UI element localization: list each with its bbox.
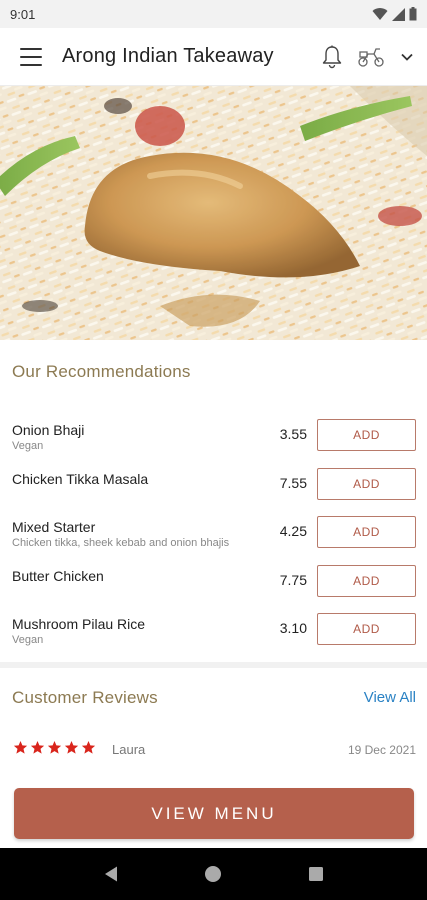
wifi-icon	[372, 8, 388, 20]
notifications-bell-icon[interactable]	[321, 45, 343, 69]
star-icon	[30, 740, 45, 754]
status-icons	[372, 7, 417, 21]
delivery-scooter-icon[interactable]	[357, 46, 385, 68]
status-time: 9:01	[10, 6, 36, 22]
recommendations-section: Our Recommendations Onion Bhaji Vegan 3.…	[0, 340, 427, 662]
item-description: Chicken tikka, sheek kebab and onion bha…	[12, 537, 230, 549]
review-date: 19 Dec 2021	[347, 743, 416, 757]
item-name: Butter Chicken	[12, 567, 104, 584]
reviews-title: Customer Reviews	[12, 688, 158, 707]
hamburger-menu-icon[interactable]	[20, 47, 42, 66]
item-name: Chicken Tikka Masala	[12, 470, 149, 487]
chevron-down-icon[interactable]	[399, 49, 415, 65]
battery-icon	[409, 7, 417, 21]
back-icon[interactable]	[91, 854, 131, 894]
reviewer-name: Laura	[112, 742, 146, 757]
hero-food-image	[0, 86, 427, 340]
recents-icon[interactable]	[296, 854, 336, 894]
item-name: Mixed Starter	[12, 519, 96, 535]
star-rating	[13, 740, 96, 755]
item-name: Onion Bhaji	[12, 422, 85, 438]
customer-reviews-section: Customer Reviews View All Laura 19 Dec 2…	[0, 668, 427, 780]
menu-item-mushroom-pilau-rice: Mushroom Pilau Rice Vegan 3.10 ADD	[0, 610, 427, 659]
item-name: Mushroom Pilau Rice	[12, 616, 146, 632]
add-button[interactable]: ADD	[317, 613, 416, 645]
item-price: 3.55	[279, 426, 307, 442]
menu-item-butter-chicken: Butter Chicken 7.75 ADD	[0, 562, 427, 611]
status-bar: 9:01	[0, 0, 427, 28]
app-bar: Arong Indian Takeaway	[0, 28, 427, 86]
star-icon	[47, 740, 62, 754]
menu-item-chicken-tikka-masala: Chicken Tikka Masala 7.55 ADD	[0, 465, 427, 514]
menu-item-mixed-starter: Mixed Starter Chicken tikka, sheek kebab…	[0, 513, 427, 562]
add-button[interactable]: ADD	[317, 564, 416, 597]
signal-icon	[392, 7, 405, 21]
item-description: Vegan	[12, 634, 44, 646]
review-item: Laura 19 Dec 2021	[0, 740, 427, 760]
view-all-reviews-link[interactable]: View All	[364, 689, 416, 706]
item-price: 3.10	[279, 620, 307, 636]
recommendations-list: Onion Bhaji Vegan 3.55 ADD Chicken Tikka…	[0, 416, 427, 659]
star-icon	[64, 740, 79, 754]
home-icon[interactable]	[193, 854, 233, 894]
recommendations-title: Our Recommendations	[12, 362, 191, 381]
system-nav-bar	[0, 848, 427, 900]
cta-container: VIEW MENU	[0, 780, 427, 848]
star-icon	[81, 740, 96, 754]
add-button[interactable]: ADD	[317, 516, 416, 548]
app-actions	[321, 45, 415, 69]
add-button[interactable]: ADD	[317, 467, 416, 500]
page-title: Arong Indian Takeaway	[62, 45, 274, 67]
view-menu-button[interactable]: VIEW MENU	[14, 788, 414, 839]
item-price: 7.75	[279, 571, 307, 588]
menu-item-onion-bhaji: Onion Bhaji Vegan 3.55 ADD	[0, 416, 427, 465]
star-icon	[13, 740, 28, 754]
add-button[interactable]: ADD	[317, 419, 416, 451]
item-price: 7.55	[279, 474, 307, 491]
item-description: Vegan	[12, 440, 44, 452]
item-price: 4.25	[279, 523, 307, 539]
